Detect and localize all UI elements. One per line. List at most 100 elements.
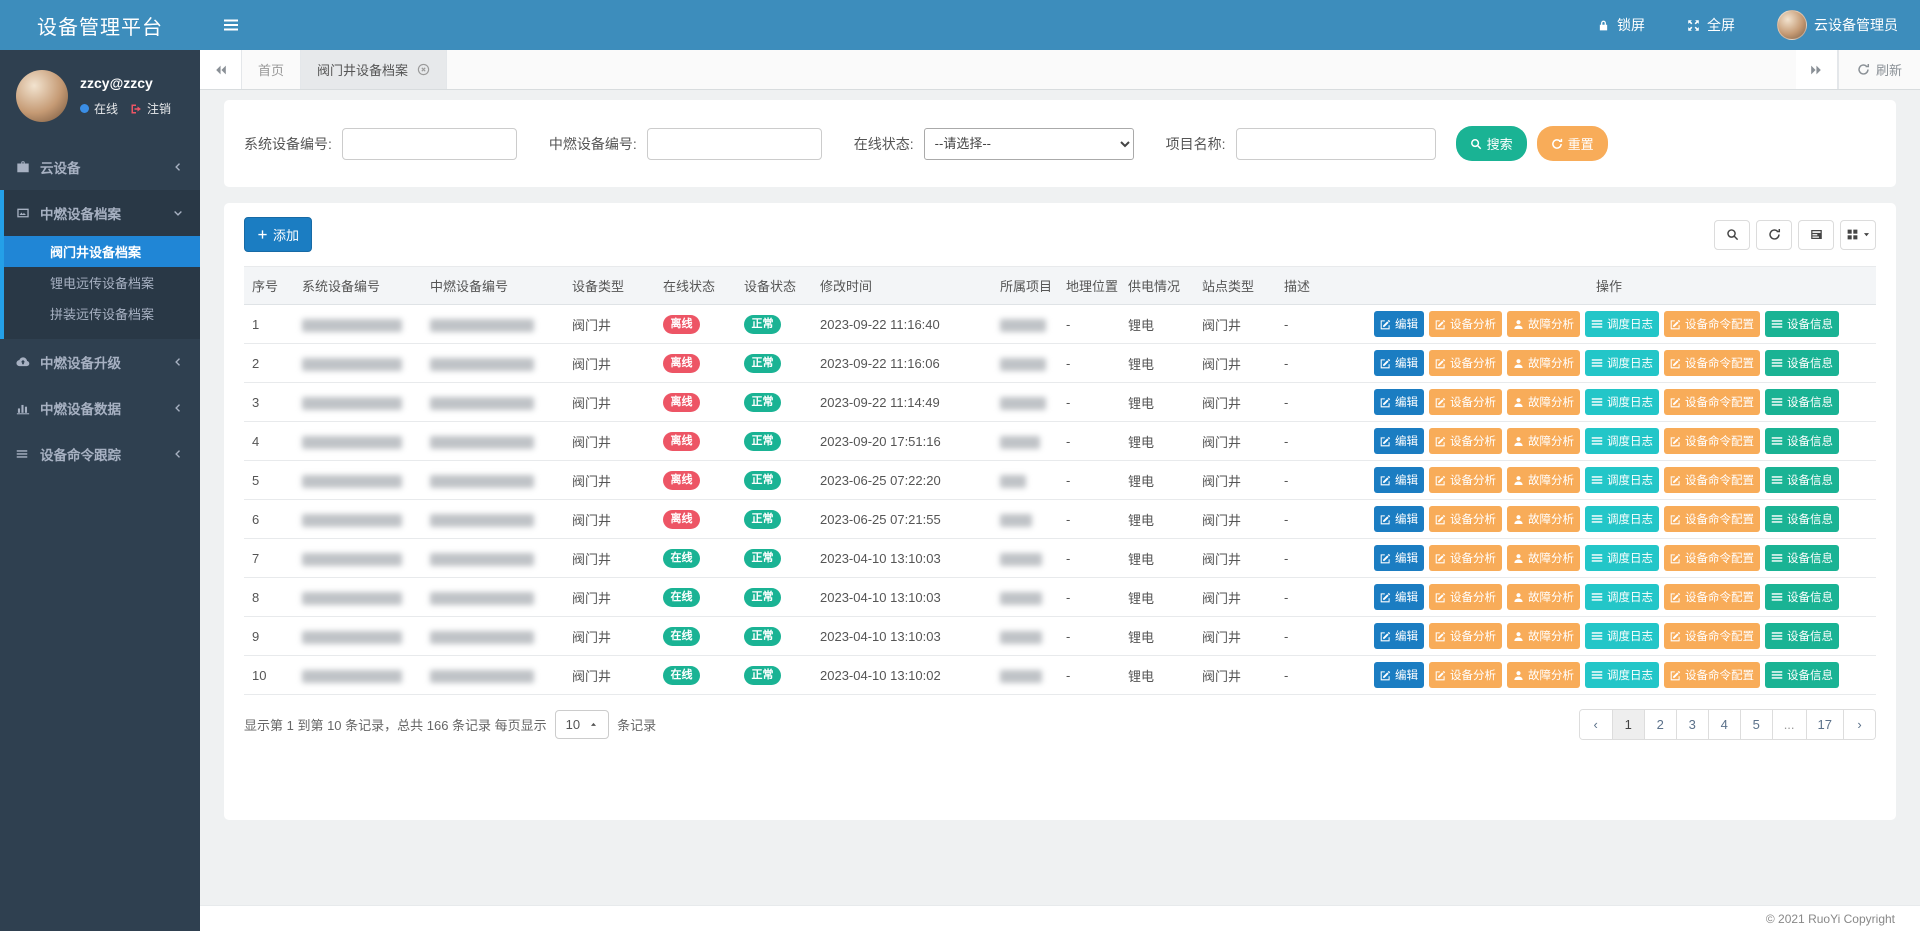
columns-button[interactable] bbox=[1840, 220, 1876, 250]
tab-home[interactable]: 首页 bbox=[242, 50, 301, 89]
fault-analysis-button[interactable]: 故障分析 bbox=[1507, 350, 1580, 376]
device-command-config-button[interactable]: 设备命令配置 bbox=[1664, 545, 1760, 571]
device-analysis-button[interactable]: 设备分析 bbox=[1429, 428, 1502, 454]
dispatch-log-button[interactable]: 调度日志 bbox=[1585, 623, 1659, 649]
dispatch-log-button[interactable]: 调度日志 bbox=[1585, 428, 1659, 454]
page-size-select[interactable]: 10 bbox=[555, 710, 609, 739]
fullscreen-button[interactable]: 全屏 bbox=[1687, 15, 1735, 35]
sidebar-subitem[interactable]: 拼装远传设备档案 bbox=[4, 298, 200, 329]
prev-page-button[interactable]: ‹ bbox=[1580, 710, 1612, 739]
device-command-config-button[interactable]: 设备命令配置 bbox=[1664, 389, 1760, 415]
fault-analysis-button[interactable]: 故障分析 bbox=[1507, 428, 1580, 454]
fault-analysis-button[interactable]: 故障分析 bbox=[1507, 662, 1580, 688]
page-button[interactable]: 1 bbox=[1612, 710, 1644, 739]
user-menu[interactable]: 云设备管理员 bbox=[1777, 10, 1898, 40]
device-analysis-button[interactable]: 设备分析 bbox=[1429, 311, 1502, 337]
device-command-config-button[interactable]: 设备命令配置 bbox=[1664, 506, 1760, 532]
page-button[interactable]: 2 bbox=[1644, 710, 1676, 739]
dispatch-log-button[interactable]: 调度日志 bbox=[1585, 545, 1659, 571]
device-command-config-button[interactable]: 设备命令配置 bbox=[1664, 662, 1760, 688]
dispatch-log-button[interactable]: 调度日志 bbox=[1585, 506, 1659, 532]
refresh-tab-button[interactable]: 刷新 bbox=[1838, 50, 1920, 89]
fault-analysis-button[interactable]: 故障分析 bbox=[1507, 506, 1580, 532]
device-command-config-button[interactable]: 设备命令配置 bbox=[1664, 311, 1760, 337]
toggle-view-button[interactable] bbox=[1798, 220, 1834, 250]
device-info-button[interactable]: 设备信息 bbox=[1765, 350, 1839, 376]
fault-analysis-button[interactable]: 故障分析 bbox=[1507, 467, 1580, 493]
tabs-scroll-right-button[interactable] bbox=[1796, 50, 1838, 89]
device-info-button[interactable]: 设备信息 bbox=[1765, 584, 1839, 610]
edit-button[interactable]: 编辑 bbox=[1374, 545, 1424, 571]
dispatch-log-button[interactable]: 调度日志 bbox=[1585, 467, 1659, 493]
dispatch-log-button[interactable]: 调度日志 bbox=[1585, 389, 1659, 415]
online-status-select[interactable]: --请选择-- bbox=[924, 128, 1134, 160]
sidebar-item[interactable]: 中燃设备数据 bbox=[0, 385, 200, 431]
refresh-table-button[interactable] bbox=[1756, 220, 1792, 250]
tab-valve-well-archive[interactable]: 阀门井设备档案 bbox=[301, 50, 447, 89]
device-analysis-button[interactable]: 设备分析 bbox=[1429, 662, 1502, 688]
sidebar-subitem[interactable]: 阀门井设备档案 bbox=[4, 236, 200, 267]
device-info-button[interactable]: 设备信息 bbox=[1765, 467, 1839, 493]
device-info-button[interactable]: 设备信息 bbox=[1765, 623, 1839, 649]
device-command-config-button[interactable]: 设备命令配置 bbox=[1664, 350, 1760, 376]
edit-button[interactable]: 编辑 bbox=[1374, 584, 1424, 610]
device-analysis-button[interactable]: 设备分析 bbox=[1429, 389, 1502, 415]
fault-analysis-button[interactable]: 故障分析 bbox=[1507, 311, 1580, 337]
next-page-button[interactable]: › bbox=[1843, 710, 1875, 739]
add-button[interactable]: 添加 bbox=[244, 217, 312, 252]
edit-button[interactable]: 编辑 bbox=[1374, 506, 1424, 532]
logout-button[interactable]: 注销 bbox=[130, 100, 171, 117]
device-info-button[interactable]: 设备信息 bbox=[1765, 506, 1839, 532]
page-button[interactable]: 5 bbox=[1740, 710, 1772, 739]
page-button[interactable]: 3 bbox=[1676, 710, 1708, 739]
fault-analysis-button[interactable]: 故障分析 bbox=[1507, 545, 1580, 571]
device-info-button[interactable]: 设备信息 bbox=[1765, 389, 1839, 415]
sidebar-item[interactable]: 云设备 bbox=[0, 144, 200, 190]
edit-button[interactable]: 编辑 bbox=[1374, 311, 1424, 337]
edit-button[interactable]: 编辑 bbox=[1374, 350, 1424, 376]
device-analysis-button[interactable]: 设备分析 bbox=[1429, 584, 1502, 610]
device-command-config-button[interactable]: 设备命令配置 bbox=[1664, 428, 1760, 454]
tabs-scroll-left-button[interactable] bbox=[200, 50, 242, 89]
device-info-button[interactable]: 设备信息 bbox=[1765, 545, 1839, 571]
lock-screen-button[interactable]: 锁屏 bbox=[1597, 15, 1645, 35]
sidebar-subitem[interactable]: 锂电远传设备档案 bbox=[4, 267, 200, 298]
sidebar-item[interactable]: 中燃设备档案 bbox=[4, 190, 200, 236]
project-name-input[interactable] bbox=[1236, 128, 1436, 160]
dispatch-log-button[interactable]: 调度日志 bbox=[1585, 350, 1659, 376]
dispatch-log-button[interactable]: 调度日志 bbox=[1585, 584, 1659, 610]
device-info-button[interactable]: 设备信息 bbox=[1765, 662, 1839, 688]
fault-analysis-button[interactable]: 故障分析 bbox=[1507, 584, 1580, 610]
page-ellipsis[interactable]: ... bbox=[1772, 710, 1806, 739]
edit-button[interactable]: 编辑 bbox=[1374, 623, 1424, 649]
dispatch-log-button[interactable]: 调度日志 bbox=[1585, 662, 1659, 688]
device-command-config-button[interactable]: 设备命令配置 bbox=[1664, 623, 1760, 649]
device-command-config-button[interactable]: 设备命令配置 bbox=[1664, 467, 1760, 493]
edit-button[interactable]: 编辑 bbox=[1374, 662, 1424, 688]
fault-analysis-button[interactable]: 故障分析 bbox=[1507, 623, 1580, 649]
device-command-config-button[interactable]: 设备命令配置 bbox=[1664, 584, 1760, 610]
sidebar-item[interactable]: 设备命令跟踪 bbox=[0, 431, 200, 477]
edit-button[interactable]: 编辑 bbox=[1374, 467, 1424, 493]
toggle-search-button[interactable] bbox=[1714, 220, 1750, 250]
sidebar-item[interactable]: 中燃设备升级 bbox=[0, 339, 200, 385]
device-info-button[interactable]: 设备信息 bbox=[1765, 311, 1839, 337]
device-analysis-button[interactable]: 设备分析 bbox=[1429, 467, 1502, 493]
edit-button[interactable]: 编辑 bbox=[1374, 428, 1424, 454]
device-analysis-button[interactable]: 设备分析 bbox=[1429, 506, 1502, 532]
search-button[interactable]: 搜索 bbox=[1456, 126, 1527, 161]
device-analysis-button[interactable]: 设备分析 bbox=[1429, 545, 1502, 571]
page-button[interactable]: 17 bbox=[1806, 710, 1843, 739]
sidebar-toggle-icon[interactable] bbox=[222, 17, 240, 33]
page-button[interactable]: 4 bbox=[1708, 710, 1740, 739]
close-tab-icon[interactable] bbox=[417, 63, 430, 76]
fault-analysis-button[interactable]: 故障分析 bbox=[1507, 389, 1580, 415]
zr-device-no-input[interactable] bbox=[647, 128, 822, 160]
system-device-no-input[interactable] bbox=[342, 128, 517, 160]
reset-button[interactable]: 重置 bbox=[1537, 126, 1608, 161]
device-info-button[interactable]: 设备信息 bbox=[1765, 428, 1839, 454]
edit-button[interactable]: 编辑 bbox=[1374, 389, 1424, 415]
device-analysis-button[interactable]: 设备分析 bbox=[1429, 350, 1502, 376]
device-analysis-button[interactable]: 设备分析 bbox=[1429, 623, 1502, 649]
dispatch-log-button[interactable]: 调度日志 bbox=[1585, 311, 1659, 337]
